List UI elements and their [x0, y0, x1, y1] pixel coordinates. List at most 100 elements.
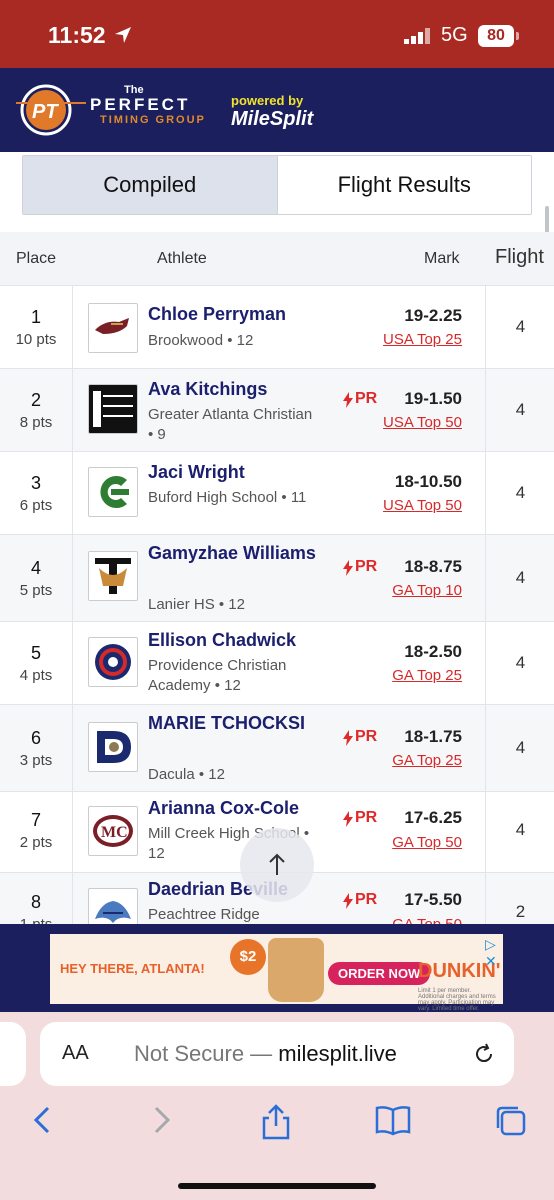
flight-number: 4: [515, 400, 526, 419]
school-logo: [88, 384, 138, 434]
place-number: 1: [30, 307, 41, 327]
battery-tip: [516, 32, 519, 40]
svg-text:MC: MC: [101, 824, 128, 841]
back-arrow-icon[interactable]: [30, 1104, 54, 1136]
place-cell: 2 8 pts: [0, 369, 73, 451]
athlete-school: Peachtree Ridge: [148, 906, 260, 923]
athlete-name-link[interactable]: Chloe Perryman: [148, 302, 338, 327]
logo-subtitle: TIMING GROUP: [100, 114, 206, 126]
lightning-icon: [343, 730, 353, 746]
athlete-name-link[interactable]: Arianna Cox-Cole: [148, 796, 338, 821]
text-size-button[interactable]: AA: [62, 1042, 89, 1065]
pr-badge: PR: [355, 728, 378, 745]
ad-headline: HEY THERE, ATLANTA!: [60, 961, 205, 976]
reload-icon[interactable]: [472, 1042, 496, 1066]
header-flight: Flight: [495, 246, 544, 268]
athlete-name-link[interactable]: Ava Kitchings: [148, 377, 338, 402]
place-points: 8 pts: [19, 414, 53, 431]
milesplit-logo[interactable]: MileSplit: [231, 108, 313, 131]
place-number: 5: [30, 643, 41, 663]
ranking-link[interactable]: USA Top 50: [383, 497, 462, 514]
status-time: 11:52: [48, 22, 106, 48]
athlete-school: Dacula • 12: [148, 766, 225, 783]
flight-number: 4: [515, 483, 526, 502]
tabs-icon[interactable]: [494, 1104, 528, 1138]
header-athlete: Athlete: [157, 250, 207, 267]
forward-arrow-icon[interactable]: [150, 1104, 174, 1136]
mark-value: 18-8.75: [404, 557, 462, 576]
lanier-logo-icon: [95, 558, 131, 594]
table-row[interactable]: 5 4 pts Ellison Chadwick Providence Chri…: [0, 622, 554, 705]
mark-value: 18-1.75: [404, 727, 462, 746]
table-row[interactable]: 6 3 pts MARIE TCHOCKSI Dacula • 12 PR 18…: [0, 705, 554, 792]
place-points: 1 pts: [0, 916, 72, 924]
header-mark: Mark: [424, 250, 460, 267]
url-display[interactable]: Not Secure — milesplit.live: [134, 1041, 397, 1067]
share-icon[interactable]: [260, 1104, 292, 1140]
bookmarks-icon[interactable]: [375, 1104, 411, 1136]
mark-value: 18-10.50: [394, 472, 462, 491]
ranking-link[interactable]: GA Top 25: [392, 667, 462, 684]
place-cell: 1 10 pts: [0, 286, 73, 368]
scroll-to-top-button[interactable]: [240, 828, 314, 902]
results-table: Place Athlete Mark Flight 1 10 pts Chloe…: [0, 232, 554, 924]
previous-tab-edge[interactable]: [0, 1022, 26, 1086]
flight-cell: 4: [485, 452, 554, 534]
flight-number: 4: [515, 568, 526, 587]
tab-flight-results[interactable]: Flight Results: [278, 156, 532, 214]
ranking-link[interactable]: GA Top 50: [392, 834, 462, 851]
school-logo: [88, 303, 138, 353]
place-number: 7: [30, 810, 41, 830]
address-bar[interactable]: AA Not Secure — milesplit.live: [40, 1022, 514, 1086]
table-row[interactable]: 4 5 pts Gamyzhae Williams Lanier HS • 12…: [0, 535, 554, 622]
place-number: 2: [30, 390, 41, 410]
mark-value: 19-1.50: [404, 389, 462, 408]
mark-value: 18-2.50: [404, 642, 462, 661]
athlete-name-link[interactable]: Ellison Chadwick: [148, 628, 338, 653]
pr-badge: PR: [355, 891, 378, 908]
place-cell: 4 5 pts: [0, 535, 73, 621]
network-type: 5G: [441, 24, 468, 46]
place-points: 3 pts: [19, 752, 53, 769]
ranking-link[interactable]: GA Top 25: [392, 752, 462, 769]
table-row[interactable]: 3 6 pts Jaci Wright Buford High School •…: [0, 452, 554, 535]
ranking-link[interactable]: GA Top 50: [392, 916, 462, 924]
site-header: PT The PERFECT TIMING GROUP powered by M…: [0, 68, 554, 152]
place-cell: 3 6 pts: [0, 452, 73, 534]
flight-number: 4: [515, 738, 526, 757]
lightning-icon: [343, 811, 353, 827]
school-logo: MC: [88, 806, 138, 856]
results-tabs: Compiled Flight Results: [22, 155, 532, 215]
athlete-name-link[interactable]: MARIE TCHOCKSI: [148, 711, 338, 736]
advertisement-banner[interactable]: HEY THERE, ATLANTA! $2 ORDER NOW DUNKIN'…: [50, 934, 503, 1012]
svg-text:PT: PT: [32, 101, 59, 123]
place-cell: 7 2 pts: [0, 792, 73, 872]
perfect-timing-logo-icon[interactable]: PT: [16, 80, 86, 140]
ad-fine-print: Limit 1 per member. Additional charges a…: [418, 988, 496, 1012]
athlete-name-link[interactable]: Jaci Wright: [148, 460, 338, 485]
mark-value: 19-2.25: [404, 306, 462, 325]
ranking-link[interactable]: GA Top 10: [392, 582, 462, 599]
lightning-icon: [343, 893, 353, 909]
url-domain: milesplit.live: [278, 1041, 397, 1066]
browser-toolbar: AA Not Secure — milesplit.live: [0, 1012, 554, 1200]
ranking-link[interactable]: USA Top 25: [383, 331, 462, 348]
status-bar: 11:52 5G 80: [0, 0, 554, 68]
ranking-link[interactable]: USA Top 50: [383, 414, 462, 431]
athlete-name-link[interactable]: Gamyzhae Williams: [148, 541, 338, 566]
tab-compiled[interactable]: Compiled: [23, 156, 278, 214]
url-prefix: Not Secure —: [134, 1041, 279, 1066]
ad-price-badge: $2: [230, 939, 266, 975]
table-row[interactable]: 2 8 pts Ava Kitchings Greater Atlanta Ch…: [0, 369, 554, 452]
pr-badge: PR: [355, 809, 378, 826]
table-row[interactable]: 1 10 pts Chloe Perryman Brookwood • 12 1…: [0, 286, 554, 369]
providence-christian-logo-icon: [95, 644, 131, 680]
home-indicator[interactable]: [178, 1183, 376, 1189]
flight-cell: 4: [485, 705, 554, 791]
ad-order-button[interactable]: ORDER NOW: [328, 962, 431, 985]
place-number: 4: [30, 558, 41, 578]
flight-cell: 4: [485, 286, 554, 368]
cellular-signal-icon: [404, 28, 430, 44]
ad-close-icon[interactable]: ▷ ✕: [485, 936, 503, 970]
brookwood-logo-icon: [95, 318, 129, 334]
